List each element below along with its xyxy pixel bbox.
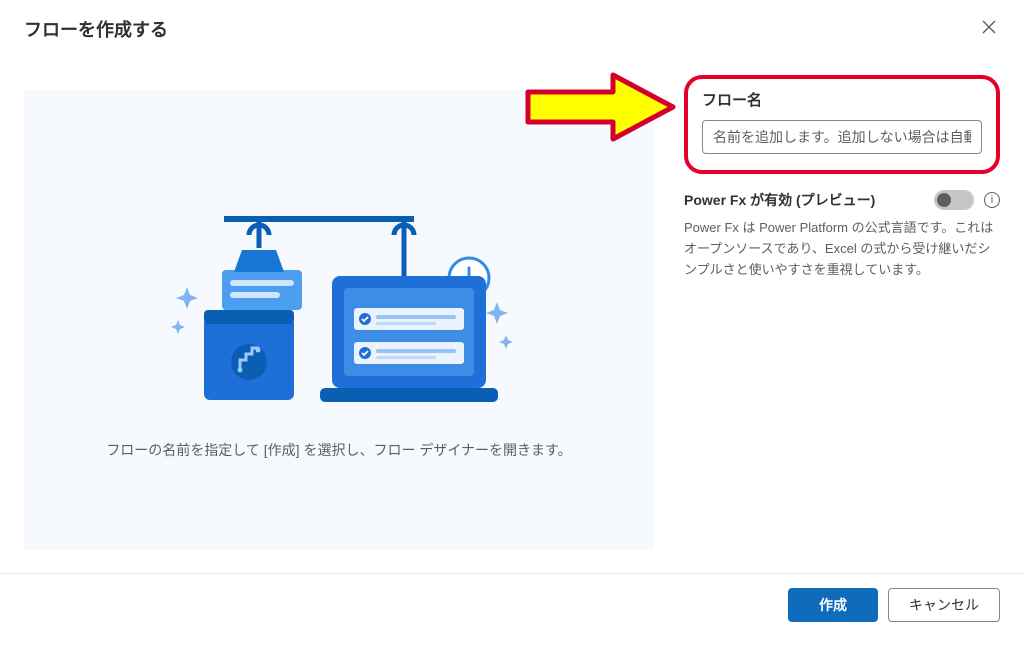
dialog-footer: 作成 キャンセル	[0, 573, 1024, 646]
powerfx-toggle[interactable]	[934, 190, 974, 210]
flow-name-input[interactable]	[702, 120, 982, 154]
flow-illustration-icon	[164, 180, 514, 410]
flow-name-highlight: フロー名	[684, 75, 1000, 174]
dialog-title: フローを作成する	[24, 16, 168, 42]
annotation-arrow-icon	[523, 70, 678, 144]
toggle-knob	[937, 193, 951, 207]
close-icon[interactable]	[978, 16, 1000, 42]
create-button[interactable]: 作成	[788, 588, 878, 622]
flow-name-label: フロー名	[702, 89, 982, 110]
instruction-text: フローの名前を指定して [作成] を選択し、フロー デザイナーを開きます。	[106, 440, 571, 460]
illustration-panel: フローの名前を指定して [作成] を選択し、フロー デザイナーを開きます。	[24, 90, 654, 550]
powerfx-description: Power Fx は Power Platform の公式言語です。これはオープ…	[684, 218, 1000, 280]
cancel-button[interactable]: キャンセル	[888, 588, 1000, 622]
powerfx-toggle-label: Power Fx が有効 (プレビュー)	[684, 190, 875, 210]
info-icon[interactable]: i	[984, 192, 1000, 208]
